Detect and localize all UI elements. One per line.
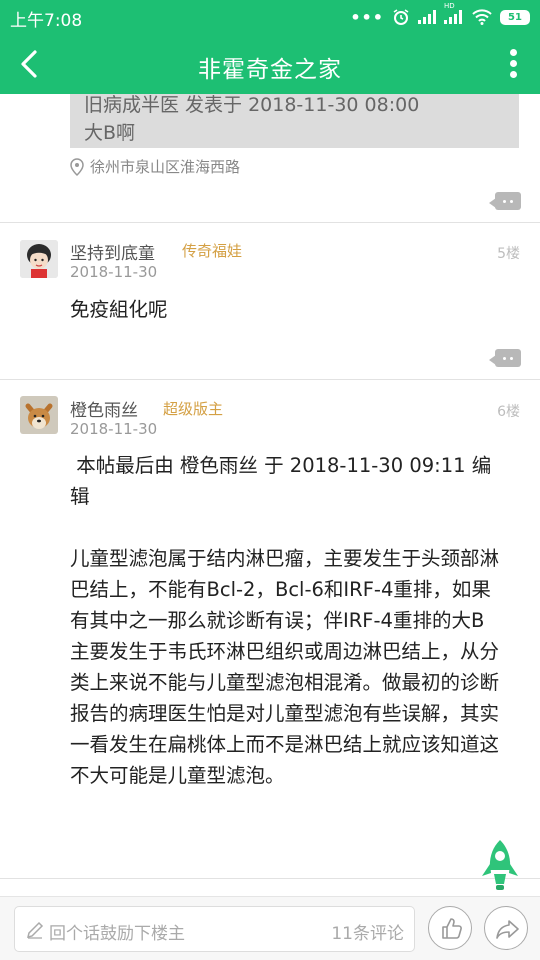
notification-dots-icon: ••• [350, 7, 384, 27]
floor-number: 6楼 [497, 404, 520, 420]
post-date: 2018-11-30 [70, 263, 158, 281]
user-badge: 超级版主 [163, 400, 224, 418]
signal-icon [418, 10, 436, 24]
status-bar: 上午7:08 ••• HD 51 [0, 0, 540, 34]
avatar[interactable] [20, 240, 58, 278]
hd-label: HD [444, 2, 455, 10]
location-text: 徐州市泉山区淮海西路 [90, 158, 241, 176]
post-content: 儿童型滤泡属于结内淋巴瘤，主要发生于头颈部淋巴结上，不能有Bcl-2，Bcl-6… [70, 547, 500, 787]
avatar[interactable] [20, 396, 58, 434]
post-edit-note: 本帖最后由 橙色雨丝 于 2018-11-30 09:11 编辑 [70, 454, 492, 508]
reply-icon[interactable] [489, 349, 521, 367]
post-username[interactable]: 橙色雨丝 [70, 396, 138, 421]
rocket-icon[interactable] [478, 838, 522, 894]
battery-icon: 51 [500, 9, 530, 25]
title-bar: 非霍奇金之家 [0, 34, 540, 94]
status-time: 上午7:08 [10, 11, 83, 31]
user-avatar-icon [20, 240, 58, 278]
share-icon [496, 920, 519, 939]
status-icons: ••• HD 51 [350, 2, 530, 27]
thumbs-up-icon [442, 918, 462, 939]
quote-header: 旧病成半医 发表于 2018-11-30 08:00 [84, 94, 420, 116]
quoted-reply: 旧病成半医 发表于 2018-11-30 08:00 大B啊 [70, 94, 519, 148]
post-content: 免疫組化呢 [70, 298, 168, 321]
user-badge: 传奇福娃 [182, 242, 243, 260]
post-location: 徐州市泉山区淮海西路 [70, 156, 240, 177]
post-divider [0, 222, 540, 223]
location-pin-icon [70, 157, 84, 176]
post-divider [0, 379, 540, 380]
comment-count[interactable]: 11条评论 [331, 919, 404, 944]
wifi-icon [472, 9, 492, 25]
signal-hd-icon: HD [444, 2, 464, 24]
pencil-icon [26, 921, 44, 939]
share-button[interactable] [484, 906, 528, 950]
post-divider [0, 878, 540, 879]
comment-input[interactable]: 回个话鼓励下楼主 11条评论 [14, 906, 415, 952]
post-date: 2018-11-30 [70, 420, 158, 438]
like-button[interactable] [428, 906, 472, 950]
dog-avatar-icon [20, 396, 58, 434]
more-vert-icon[interactable] [504, 46, 522, 82]
reply-icon[interactable] [489, 192, 521, 210]
page-title: 非霍奇金之家 [198, 57, 342, 83]
bottom-bar: 回个话鼓励下楼主 11条评论 [0, 896, 540, 960]
post-username[interactable]: 坚持到底童 [70, 239, 155, 264]
quote-text: 大B啊 [84, 122, 136, 144]
floor-number: 5楼 [497, 246, 520, 262]
comment-placeholder: 回个话鼓励下楼主 [49, 924, 185, 944]
alarm-icon [393, 9, 409, 25]
